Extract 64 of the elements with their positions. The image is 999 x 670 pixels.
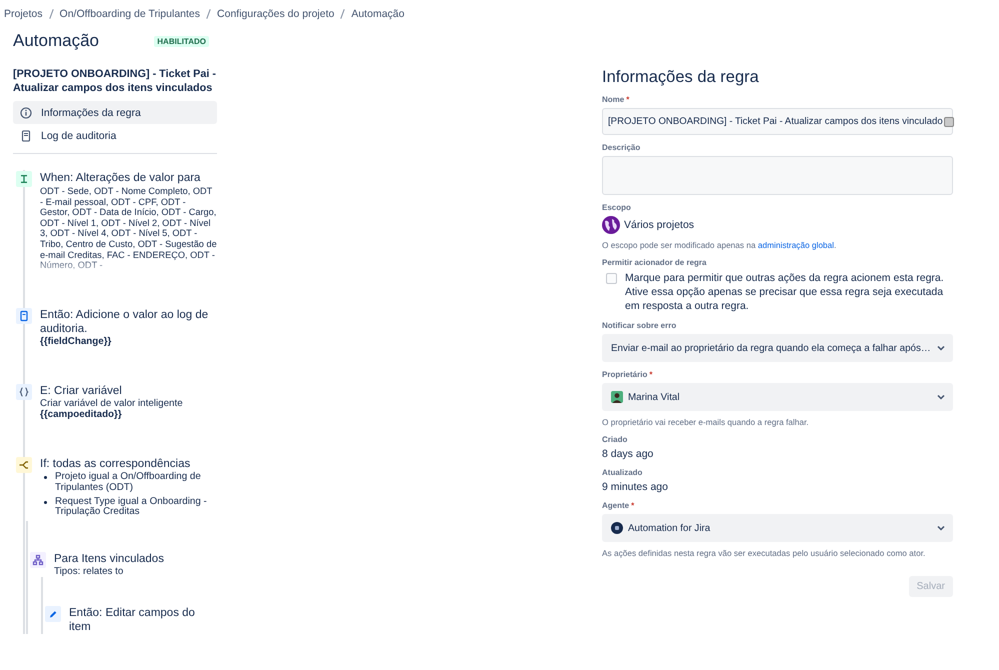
required-marker: * bbox=[626, 95, 630, 104]
field-label: Atualizado bbox=[602, 468, 642, 477]
log-icon bbox=[16, 308, 32, 324]
step-title[interactable]: Então: Adicione o valor ao log de auditoria. bbox=[40, 306, 217, 336]
chevron-down-icon bbox=[936, 523, 946, 533]
updated-value: 9 minutes ago bbox=[602, 481, 669, 493]
step-title[interactable]: When: Alterações de valor para bbox=[40, 170, 217, 185]
status-badge: HABILITADO bbox=[154, 36, 209, 46]
agent-select[interactable]: Automation for Jira bbox=[602, 514, 953, 542]
pencil-icon bbox=[45, 606, 61, 622]
required-marker: * bbox=[631, 501, 634, 510]
required-marker: * bbox=[649, 370, 652, 379]
field-label: Agente bbox=[602, 501, 630, 510]
notify-select[interactable]: Enviar e-mail ao proprietário da regra quando ela começa a falhar após… bbox=[602, 334, 953, 362]
name-field[interactable]: [PROJETO ONBOARDING] - Ticket Pai - Atualizar campos dos itens vinculado bbox=[602, 108, 953, 135]
owner-help: O proprietário vai receber e-mails quando a regra falhar. bbox=[602, 417, 810, 427]
owner-select[interactable]: Marina Vital bbox=[602, 383, 953, 411]
nav-item[interactable]: Log de auditoria bbox=[13, 124, 217, 147]
smart-value: {{campoeditado}} bbox=[40, 409, 123, 420]
scope-value: Vários projetos bbox=[624, 219, 694, 231]
extension-icon bbox=[944, 116, 954, 126]
step-title[interactable]: If: todas as correspondências bbox=[40, 456, 217, 472]
breadcrumb-link[interactable]: Automação bbox=[351, 8, 404, 20]
step-description: Criar variável de valor inteligente bbox=[40, 398, 184, 410]
variable-icon bbox=[16, 384, 32, 400]
field-label: Criado bbox=[602, 435, 628, 444]
field-label: Permitir acionador de regra bbox=[602, 258, 706, 267]
scope-help: O escopo pode ser modificado apenas na administração global. bbox=[602, 240, 838, 250]
checkbox[interactable] bbox=[606, 273, 617, 284]
smart-value: {{fieldChange}} bbox=[40, 336, 112, 347]
nav-item[interactable]: Informações da regra bbox=[13, 101, 217, 124]
field-label: Proprietário bbox=[602, 370, 648, 379]
info-icon bbox=[20, 106, 32, 118]
rule-name: [PROJETO ONBOARDING] - Ticket Pai - Atualizar campos dos itens vinculados bbox=[13, 67, 217, 95]
breadcrumb-link[interactable]: On/Offboarding de Tripulantes bbox=[60, 8, 200, 20]
condition-text: Projeto igual a On/Offboarding de Tripulantes (ODT) bbox=[55, 472, 202, 494]
step-title[interactable]: E: Criar variável bbox=[40, 382, 217, 398]
field-label: Nome bbox=[602, 95, 624, 104]
step-description: ODT - Sede, ODT - Nome Completo, ODT - E-mail pessoal, ODT - CPF, ODT - Gestor, ODT - Data de Início, ODT - Cargo, ODT - Nível 1, ODT - Nível 2, ODT - Nível 3, ODT - Nível 4, ODT - Nível 5, ODT - Tribo, Centro de Custo, ODT - Sugestão de e-mail Creditas, FAC - ENDEREÇO, ODT - Número, ODT - bbox=[40, 186, 217, 271]
step-title[interactable]: Para Itens vinculados bbox=[54, 550, 217, 566]
step-description: Tipos: relates to bbox=[54, 566, 124, 578]
form-title: Informações da regra bbox=[602, 68, 760, 87]
breadcrumb-link[interactable]: Configurações do projeto bbox=[217, 8, 334, 20]
global-admin-link[interactable]: administração global bbox=[758, 240, 834, 250]
hierarchy-icon bbox=[30, 552, 46, 568]
globe-icon bbox=[602, 216, 620, 234]
field-label: Descrição bbox=[602, 143, 640, 152]
page-title: Automação bbox=[13, 31, 99, 51]
when-icon bbox=[16, 171, 32, 187]
step-title[interactable]: Então: Editar campos do item bbox=[69, 605, 217, 634]
avatar-icon bbox=[611, 522, 623, 534]
description-field[interactable] bbox=[602, 156, 953, 195]
field-label: Escopo bbox=[602, 203, 631, 212]
condition-icon bbox=[16, 457, 32, 474]
condition-text: Request Type igual a Onboarding - Tripulação Creditas bbox=[55, 496, 208, 518]
chevron-down-icon bbox=[936, 392, 946, 402]
breadcrumb-link[interactable]: Projetos bbox=[4, 8, 43, 20]
chevron-down-icon bbox=[936, 343, 946, 353]
checkbox-label: Marque para permitir que outras ações da regra acionem esta regra. Ative essa opção apenas se precisar que essa regra seja executada em resposta a outra regra. bbox=[625, 271, 945, 313]
document-icon bbox=[20, 130, 32, 142]
avatar-icon bbox=[611, 391, 623, 403]
created-value: 8 days ago bbox=[602, 448, 654, 460]
field-label: Notificar sobre erro bbox=[602, 321, 676, 330]
agent-help: As ações definidas nesta regra vão ser executadas pelo usuário selecionado como ator. bbox=[602, 548, 926, 558]
